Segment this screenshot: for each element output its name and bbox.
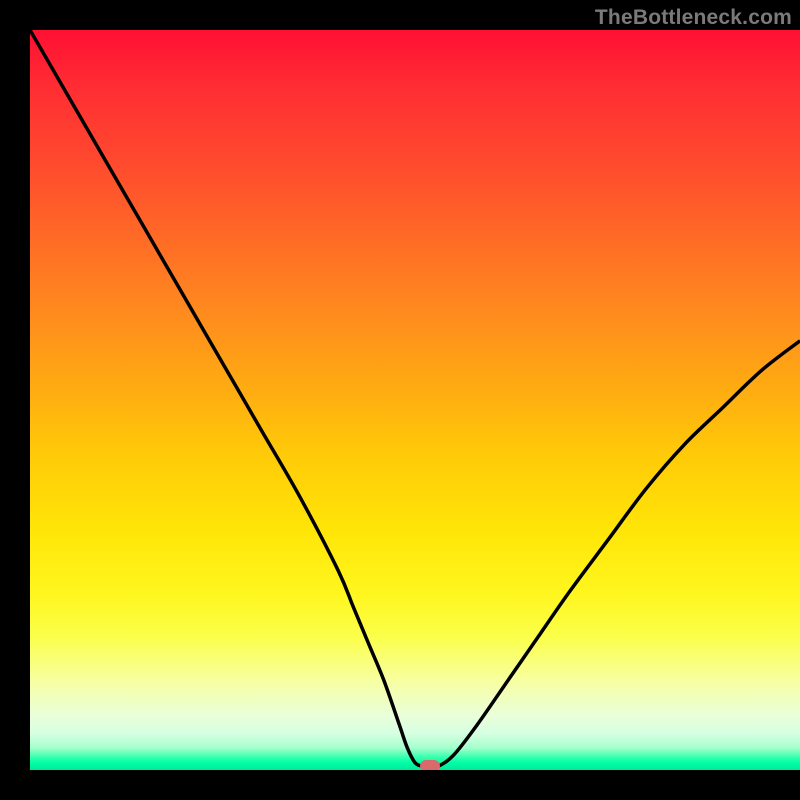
bottleneck-curve <box>30 30 800 770</box>
chart-frame: TheBottleneck.com <box>0 0 800 800</box>
watermark-text: TheBottleneck.com <box>595 6 792 30</box>
plot-area <box>30 30 800 770</box>
optimal-point-marker <box>420 760 440 770</box>
